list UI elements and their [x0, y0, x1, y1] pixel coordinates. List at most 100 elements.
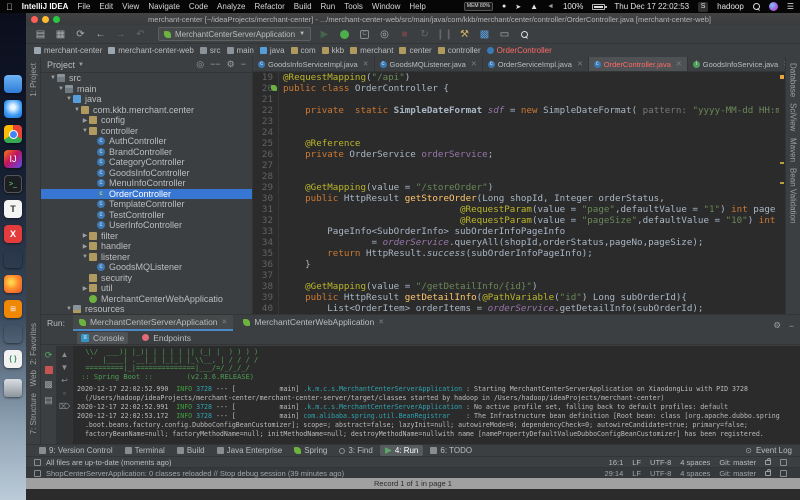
toolwindow-button-terminal[interactable]: Terminal [120, 445, 170, 456]
tree-item-GoodsMQListener[interactable]: cGoodsMQListener [41, 262, 252, 273]
dock-app-chrome[interactable] [4, 125, 22, 143]
apple-menu-icon[interactable]:  [6, 2, 13, 12]
dock-app-firefox[interactable] [4, 275, 22, 293]
tree-closed-arrow-icon[interactable]: ▶ [81, 232, 89, 239]
code-editor[interactable]: @RequestMapping("/api")public class Orde… [279, 72, 785, 314]
console-tab-endpoints[interactable]: Endpoints [138, 332, 195, 344]
tree-item-TemplateController[interactable]: cTemplateController [41, 199, 252, 210]
save-all-icon[interactable]: ▦ [54, 28, 67, 41]
toolwindow-button-1-project[interactable]: 1: Project [29, 63, 38, 97]
status-widget-git-master[interactable]: Git: master [719, 458, 756, 467]
stop-button[interactable]: ■ [398, 28, 411, 41]
console-output[interactable]: \\/ ___)| |_)| | | | | || (_| | ) ) ) ) … [73, 346, 800, 444]
event-log-button[interactable]: Event Log [756, 446, 792, 455]
dump-threads-icon[interactable]: ▤ [44, 395, 53, 406]
status-widget-4-spaces[interactable]: 4 spaces [680, 458, 710, 467]
tree-item-AuthController[interactable]: cAuthController [41, 136, 252, 147]
toolwindow-button-maven[interactable]: Maven [789, 138, 798, 162]
editor-scrollbar[interactable] [779, 72, 785, 314]
editor-tab-OrderServiceImpl.java[interactable]: cOrderServiceImpl.java✕ [483, 57, 589, 71]
status-widget-16-1[interactable]: 16:1 [609, 458, 624, 467]
spotlight-search-icon[interactable] [753, 3, 760, 10]
status-widget-git-master[interactable]: Git: master [719, 469, 756, 478]
breadcrumb-item-kkb[interactable]: kkb [320, 46, 346, 55]
breadcrumb-item-center[interactable]: center [397, 46, 433, 55]
settings-gear-icon[interactable]: ⚙ [227, 59, 235, 70]
editor-gutter[interactable]: 1920212223242526272829303132333435363738… [253, 72, 279, 314]
toolwindow-button-9-version-control[interactable]: 9: Version Control [34, 445, 118, 456]
menu-code[interactable]: Code [189, 2, 208, 11]
menu-view[interactable]: View [122, 2, 139, 11]
status-widget-lf[interactable]: LF [632, 469, 641, 478]
breadcrumb-item-merchant[interactable]: merchant [348, 46, 395, 55]
dock-app-green-app[interactable] [4, 250, 22, 268]
toolwindow-button-sciview[interactable]: SciView [789, 103, 798, 131]
tree-open-arrow-icon[interactable]: ▼ [57, 86, 65, 92]
soft-wrap-icon[interactable]: ↩ [61, 376, 68, 385]
forward-icon[interactable]: → [114, 28, 127, 41]
tree-open-arrow-icon[interactable]: ▼ [65, 96, 73, 102]
run-tab-MerchantCenterWebApplication[interactable]: MerchantCenterWebApplication✕ [237, 315, 390, 331]
close-tab-icon[interactable]: ✕ [378, 318, 384, 326]
menu-refactor[interactable]: Refactor [255, 2, 285, 11]
pause-icon[interactable]: ❙❙ [438, 28, 451, 41]
close-tab-icon[interactable]: ✕ [577, 60, 583, 68]
dock-app-typora[interactable]: T [4, 200, 22, 218]
window-titlebar[interactable]: merchant-center [~/ideaProjects/merchant… [26, 13, 800, 25]
menu-tools[interactable]: Tools [344, 2, 363, 11]
wifi-icon[interactable]: ▲ [530, 2, 538, 11]
tree-item-com.kkb.merchant.center[interactable]: ▼com.kkb.merchant.center [41, 105, 252, 116]
menu-run[interactable]: Run [321, 2, 336, 11]
tree-item-util[interactable]: ▶util [41, 283, 252, 294]
tree-closed-arrow-icon[interactable]: ▶ [81, 243, 89, 250]
toolwindow-button-build[interactable]: Build [172, 445, 210, 456]
close-tab-icon[interactable]: ✕ [222, 318, 228, 326]
pin-icon[interactable]: ▩ [44, 379, 53, 390]
close-tab-icon[interactable]: ✕ [676, 60, 682, 68]
tree-open-arrow-icon[interactable]: ▼ [81, 128, 89, 134]
tree-item-TestController[interactable]: cTestController [41, 210, 252, 221]
status-widget-utf-8[interactable]: UTF-8 [650, 458, 671, 467]
tree-open-arrow-icon[interactable]: ▼ [49, 75, 57, 81]
error-stripe-mark[interactable] [780, 75, 784, 79]
spring-bean-gutter-icon[interactable] [271, 85, 277, 91]
breadcrumb-item-com[interactable]: com [289, 46, 318, 55]
menu-file[interactable]: File [77, 2, 90, 11]
breadcrumb-item-merchant-center-web[interactable]: merchant-center-web [106, 46, 196, 55]
paper-plane-icon[interactable]: ➤ [515, 3, 521, 11]
menu-build[interactable]: Build [294, 2, 312, 11]
toolwindow-button-database[interactable]: Database [789, 63, 798, 97]
build-hammer-icon[interactable]: ⚒ [458, 28, 471, 41]
breadcrumb-item-main[interactable]: main [225, 46, 256, 55]
tree-item-BrandController[interactable]: cBrandController [41, 147, 252, 158]
locate-file-icon[interactable]: ◎ [196, 59, 204, 70]
back-icon[interactable]: ← [94, 28, 107, 41]
dock-app-blue-app[interactable] [4, 325, 22, 343]
tree-item-CategoryController[interactable]: cCategoryController [41, 157, 252, 168]
tree-item-security[interactable]: security [41, 273, 252, 284]
tree-item-controller[interactable]: ▼controller [41, 126, 252, 137]
breadcrumb-item-java[interactable]: java [258, 46, 287, 55]
maximize-window-button[interactable] [53, 16, 60, 23]
tree-open-arrow-icon[interactable]: ▼ [81, 254, 89, 260]
toolwindow-button-bean-validation[interactable]: Bean Validation [789, 168, 798, 223]
search-everywhere-icon[interactable] [518, 28, 531, 41]
status-widget-utf-8[interactable]: UTF-8 [650, 469, 671, 478]
clear-console-icon[interactable]: ⌦ [59, 402, 70, 411]
lock-icon[interactable] [765, 471, 771, 476]
project-panel-header[interactable]: Project ▼ ◎ −− ⚙ − [41, 57, 252, 73]
status-widget-4-spaces[interactable]: 4 spaces [680, 469, 710, 478]
toolwindow-button-6-todo[interactable]: 6: TODO [425, 445, 477, 456]
breadcrumb-item-src[interactable]: src [198, 46, 223, 55]
coverage-button[interactable]: C [358, 28, 371, 41]
hide-panel-icon[interactable]: − [789, 321, 794, 331]
volume-icon[interactable]: ◄ [547, 3, 554, 10]
lock-icon[interactable] [765, 460, 771, 465]
tree-item-OrderController[interactable]: cOrderController [41, 189, 252, 200]
status-widget-lf[interactable]: LF [632, 458, 641, 467]
close-tab-icon[interactable]: ✕ [363, 60, 369, 68]
breadcrumb-item-merchant-center[interactable]: merchant-center [32, 46, 104, 55]
breadcrumb-item-OrderController[interactable]: OrderController [485, 46, 554, 55]
tree-item-listener[interactable]: ▼listener [41, 252, 252, 263]
restart-icon[interactable]: ↻ [418, 28, 431, 41]
